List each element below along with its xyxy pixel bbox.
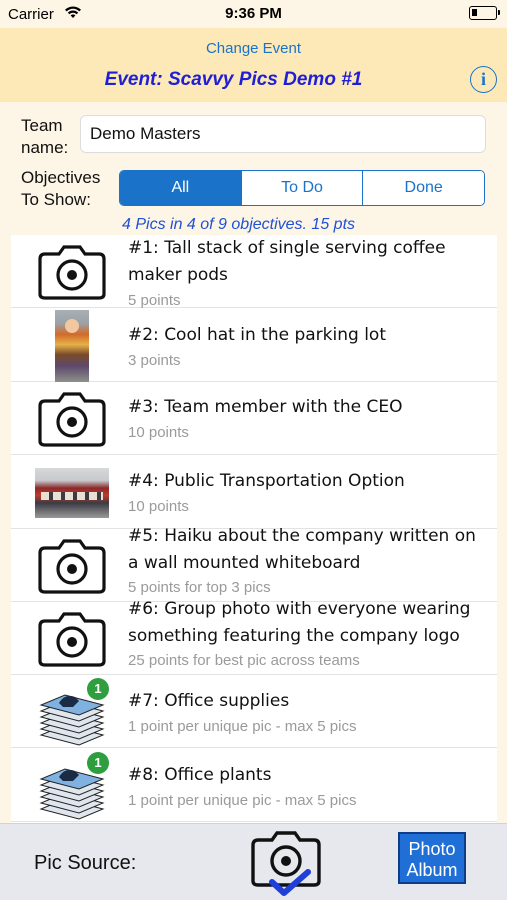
item-points: 1 point per unique pic - max 5 pics — [128, 718, 357, 735]
pic-source-label: Pic Source: — [34, 852, 137, 874]
list-item[interactable]: #2: Cool hat in the parking lot 3 points — [11, 309, 497, 382]
team-name-label-text: Team name: — [21, 116, 69, 157]
status-time: 9:36 PM — [225, 5, 282, 22]
item-points: 25 points for best pic across teams — [128, 652, 360, 669]
item-title: #1: Tall stack of single serving coffee … — [128, 238, 446, 285]
camera-icon — [251, 831, 321, 887]
filter-done-tab[interactable]: Done — [363, 171, 484, 205]
camera-icon — [38, 611, 106, 667]
photo-thumbnail — [55, 309, 89, 382]
camera-icon — [38, 538, 106, 594]
thumbnail — [11, 382, 133, 455]
item-points: 1 point per unique pic - max 5 pics — [128, 792, 357, 809]
list-item[interactable]: #1: Tall stack of single serving coffee … — [11, 235, 497, 309]
thumbnail — [11, 529, 133, 602]
summary-text: 4 Pics in 4 of 9 objectives. 15 pts — [122, 216, 356, 233]
camera-icon — [38, 244, 106, 300]
album-line2: Album — [406, 860, 457, 880]
team-name-input[interactable] — [80, 115, 486, 153]
team-name-label: Team name: — [21, 115, 77, 159]
thumbnail — [11, 456, 133, 529]
list-item[interactable]: 1 #7: Office supplies 1 point per unique… — [11, 675, 497, 748]
item-points: 5 points — [128, 292, 181, 309]
thumbnail — [11, 602, 133, 675]
list-item[interactable]: #5: Haiku about the company written on a… — [11, 526, 497, 602]
thumbnail: 1 — [11, 675, 133, 748]
filter-all-tab[interactable]: All — [120, 171, 242, 205]
thumbnail — [11, 235, 133, 308]
objectives-filter: All To Do Done — [119, 170, 485, 206]
objectives-label-text: Objectives To Show: — [21, 168, 101, 209]
item-points: 3 points — [128, 352, 181, 369]
battery-icon — [469, 6, 500, 20]
list-item[interactable]: #3: Team member with the CEO 10 points — [11, 382, 497, 455]
item-points: 5 points for top 3 pics — [128, 579, 271, 596]
objectives-list[interactable]: #1: Tall stack of single serving coffee … — [11, 235, 497, 823]
thumbnail: 1 — [11, 749, 133, 822]
album-line1: Photo — [408, 839, 455, 859]
item-title: #3: Team member with the CEO — [128, 397, 403, 417]
item-title: #4: Public Transportation Option — [128, 471, 405, 491]
item-title: #8: Office plants — [128, 765, 272, 785]
item-points: 10 points — [128, 498, 189, 515]
list-item[interactable]: 1 #8: Office plants 1 point per unique p… — [11, 749, 497, 822]
pic-count-badge: 1 — [87, 678, 109, 700]
list-item[interactable]: #6: Group photo with everyone wearing so… — [11, 599, 497, 675]
thumbnail — [11, 309, 133, 382]
item-title: #2: Cool hat in the parking lot — [128, 325, 386, 345]
photo-album-button[interactable]: Photo Album — [397, 831, 467, 885]
status-bar: Carrier 9:36 PM — [0, 0, 507, 28]
objectives-label: Objectives To Show: — [21, 167, 116, 211]
camera-icon — [38, 391, 106, 447]
event-title: Event: Scavvy Pics Demo #1 — [104, 69, 363, 90]
item-title: #5: Haiku about the company written on a… — [128, 526, 476, 573]
camera-source-button[interactable] — [250, 830, 324, 896]
list-item[interactable]: #4: Public Transportation Option 10 poin… — [11, 456, 497, 529]
photo-thumbnail — [35, 467, 109, 518]
info-icon[interactable]: i — [470, 66, 497, 93]
item-title: #7: Office supplies — [128, 691, 290, 711]
navigation-bar: Change Event Event: Scavvy Pics Demo #1 … — [0, 28, 507, 102]
bottom-toolbar: Pic Source: Photo Album — [0, 823, 507, 900]
item-title: #6: Group photo with everyone wearing so… — [128, 599, 471, 646]
change-event-button[interactable]: Change Event — [0, 40, 507, 57]
item-points: 10 points — [128, 424, 189, 441]
pic-count-badge: 1 — [87, 752, 109, 774]
filter-todo-tab[interactable]: To Do — [241, 171, 364, 205]
